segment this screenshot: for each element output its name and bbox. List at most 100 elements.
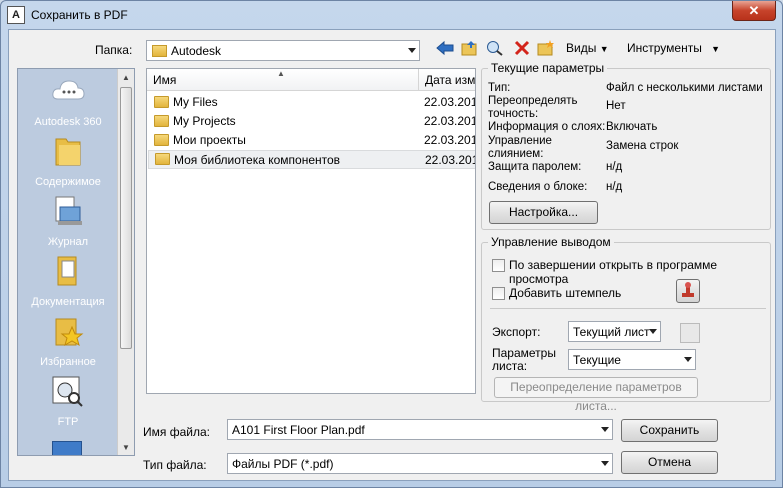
param-value: Нет	[606, 100, 626, 112]
search-web-icon[interactable]	[486, 40, 504, 56]
cloud-icon	[52, 80, 85, 100]
place-label: Autodesk 360	[34, 116, 102, 128]
save-pdf-dialog: A Сохранить в PDF ✕ Папка: Autodesk Виды…	[0, 0, 783, 488]
folder-dropdown[interactable]: Autodesk	[146, 40, 420, 61]
place-favorites[interactable]: Избранное	[18, 313, 118, 368]
add-stamp-checkbox[interactable]	[492, 287, 505, 300]
group-title: Текущие параметры	[488, 61, 608, 75]
file-name: My Files	[173, 95, 218, 109]
column-header-date[interactable]: Дата изме	[419, 69, 475, 91]
tools-menu[interactable]: Инструменты ▼	[627, 41, 720, 55]
open-after-checkbox[interactable]	[492, 259, 505, 272]
scroll-down-icon[interactable]: ▼	[122, 443, 130, 452]
output-control-group: Управление выводом По завершении открыть…	[481, 235, 771, 413]
stamp-icon	[682, 282, 694, 297]
file-date: 22.03.2012	[425, 153, 475, 167]
delete-icon[interactable]	[513, 40, 531, 56]
page-setup-icon[interactable]	[680, 323, 700, 343]
file-list: Имя ▲ Дата изме My Files 22.03.2012 My P…	[146, 68, 476, 394]
param-label: Защита паролем:	[488, 161, 582, 173]
scrollbar-thumb[interactable]	[120, 87, 132, 349]
place-history[interactable]: Журнал	[18, 193, 118, 248]
file-date: 22.03.2012	[424, 95, 475, 109]
param-value: н/д	[606, 181, 623, 193]
places-list: Autodesk 360 Содержимое Журнал Документа…	[18, 69, 118, 455]
file-name: Мои проекты	[173, 133, 246, 147]
param-label: Сведения о блоке:	[488, 181, 588, 193]
dialog-client-area: Папка: Autodesk Виды ▼ Инструменты ▼ Aut…	[8, 29, 776, 481]
up-folder-icon[interactable]	[461, 40, 479, 56]
new-folder-icon[interactable]	[537, 40, 555, 56]
file-type-dropdown[interactable]: Файлы PDF (*.pdf)	[227, 453, 613, 474]
file-row-selected[interactable]: Моя библиотека компонентов 22.03.2012	[148, 150, 475, 169]
title-bar: A Сохранить в PDF ✕	[1, 1, 782, 29]
file-row[interactable]: My Files 22.03.2012	[148, 93, 475, 112]
folder-icon	[155, 153, 170, 165]
folder-icon	[154, 134, 169, 146]
file-type-value: Файлы PDF (*.pdf)	[232, 457, 334, 471]
param-label: Переопределять точность:	[488, 95, 578, 120]
file-name-input[interactable]: A101 First Floor Plan.pdf	[227, 419, 613, 440]
folder-icon	[55, 138, 81, 166]
folder-label: Папка:	[95, 43, 133, 57]
param-label: Тип:	[488, 82, 511, 94]
open-after-label[interactable]: По завершении открыть в программе просмо…	[509, 258, 770, 286]
cancel-button[interactable]: Отмена	[621, 451, 718, 474]
place-content[interactable]: Содержимое	[18, 133, 118, 188]
settings-button[interactable]: Настройка...	[489, 201, 598, 224]
place-label: Документация	[31, 296, 105, 308]
add-stamp-label[interactable]: Добавить штемпель	[509, 286, 621, 300]
file-row[interactable]: Мои проекты 22.03.2012	[148, 131, 475, 150]
place-label: Содержимое	[35, 176, 101, 188]
close-button[interactable]: ✕	[732, 1, 776, 21]
export-value: Текущий лист	[573, 325, 650, 339]
sheet-params-value: Текущие	[573, 353, 621, 367]
current-params-group: Текущие параметры Тип: Файл с нескольким…	[481, 61, 771, 230]
param-value: н/д	[606, 161, 623, 173]
chevron-down-icon	[684, 357, 692, 362]
file-row[interactable]: My Projects 22.03.2012	[148, 112, 475, 131]
file-name: My Projects	[173, 114, 236, 128]
file-name: Моя библиотека компонентов	[174, 153, 341, 167]
sheet-params-label: Параметры листа:	[492, 346, 556, 373]
folder-icon	[154, 115, 169, 127]
chevron-down-icon	[649, 329, 657, 334]
stamp-settings-button[interactable]	[676, 279, 700, 303]
param-label: Информация о слоях:	[488, 121, 606, 133]
place-documents[interactable]: Документация	[18, 253, 118, 308]
folder-icon	[154, 96, 169, 108]
save-button[interactable]: Сохранить	[621, 419, 718, 442]
param-value: Включать	[606, 121, 658, 133]
place-label: Журнал	[47, 236, 89, 248]
folder-icon	[152, 45, 167, 57]
place-label: Избранное	[40, 356, 96, 368]
divider	[490, 308, 766, 309]
window-title: Сохранить в PDF	[31, 8, 128, 22]
documents-icon	[57, 256, 77, 286]
param-label: Управление слиянием:	[488, 135, 552, 160]
views-menu[interactable]: Виды ▼	[566, 41, 609, 55]
desktop-icon[interactable]	[52, 441, 82, 455]
export-label: Экспорт:	[492, 325, 541, 339]
sort-asc-icon: ▲	[277, 69, 285, 78]
scroll-up-icon[interactable]: ▲	[122, 73, 130, 82]
places-scrollbar[interactable]: ▲ ▼	[117, 69, 134, 455]
favorites-icon	[55, 318, 84, 347]
file-date: 22.03.2012	[424, 133, 475, 147]
param-value: Файл с несколькими листами	[606, 82, 763, 94]
history-icon	[55, 196, 82, 225]
column-header-name[interactable]: Имя ▲	[147, 69, 419, 91]
back-arrow-icon[interactable]	[436, 40, 454, 56]
chevron-down-icon	[601, 427, 609, 432]
override-sheet-params-button[interactable]: Переопределение параметров листа...	[494, 377, 698, 413]
group-title: Управление выводом	[488, 235, 614, 249]
autocad-app-icon: A	[7, 6, 25, 24]
chevron-down-icon	[408, 48, 416, 53]
place-ftp[interactable]: FTP	[18, 373, 118, 428]
param-value: Замена строк	[606, 140, 679, 152]
dropdown-arrow-icon: ▼	[599, 44, 609, 54]
export-dropdown[interactable]: Текущий лист	[568, 321, 661, 342]
places-sidebar: Autodesk 360 Содержимое Журнал Документа…	[17, 68, 135, 456]
sheet-params-dropdown[interactable]: Текущие	[568, 349, 696, 370]
place-autodesk-360[interactable]: Autodesk 360	[18, 73, 118, 128]
